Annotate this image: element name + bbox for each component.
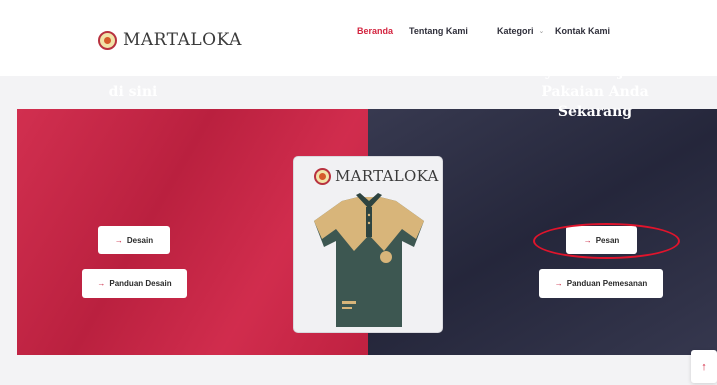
- nav-item-tentang-kami[interactable]: Tentang Kami: [409, 26, 468, 36]
- nav-item-kontak-kami[interactable]: Kontak Kami: [555, 26, 610, 36]
- martaloka-logo-icon: [98, 30, 117, 50]
- panduan-pemesanan-button[interactable]: → Panduan Pemesanan: [539, 269, 663, 298]
- nav-item-kategori-label: Kategori: [497, 26, 534, 36]
- arrow-right-icon: →: [97, 279, 106, 288]
- desain-button-label: Desain: [126, 235, 154, 245]
- martaloka-logo-icon: [314, 167, 331, 185]
- product-card: MARTALOKA: [293, 156, 443, 333]
- nav-item-kategori[interactable]: Kategori ⌄: [497, 26, 544, 36]
- hero-right-title: Ayo Pesan jenis Pakaian Anda Sekarang: [534, 64, 656, 120]
- desain-button[interactable]: → Desain: [98, 226, 170, 254]
- chevron-down-icon: ⌄: [538, 28, 545, 35]
- brand-logo-link[interactable]: MARTALOKA: [98, 30, 242, 50]
- panduan-desain-button-label: Panduan Desain: [109, 279, 172, 288]
- annotation-circle: [533, 223, 680, 259]
- hero-left-title: Kreasikan Kaos Anda di sini: [49, 64, 217, 100]
- arrow-right-icon: →: [554, 279, 563, 288]
- scroll-to-top-button[interactable]: ↑: [691, 350, 717, 383]
- arrow-up-icon: ↑: [701, 360, 707, 373]
- brand-name: MARTALOKA: [123, 30, 242, 50]
- polo-shirt-image: [314, 193, 424, 327]
- panduan-pemesanan-button-label: Panduan Pemesanan: [566, 279, 648, 288]
- nav-item-beranda[interactable]: Beranda: [357, 26, 393, 36]
- arrow-right-icon: →: [114, 235, 123, 245]
- panduan-desain-button[interactable]: → Panduan Desain: [82, 269, 187, 298]
- card-brand: MARTALOKA: [314, 167, 439, 185]
- card-brand-name: MARTALOKA: [335, 167, 439, 185]
